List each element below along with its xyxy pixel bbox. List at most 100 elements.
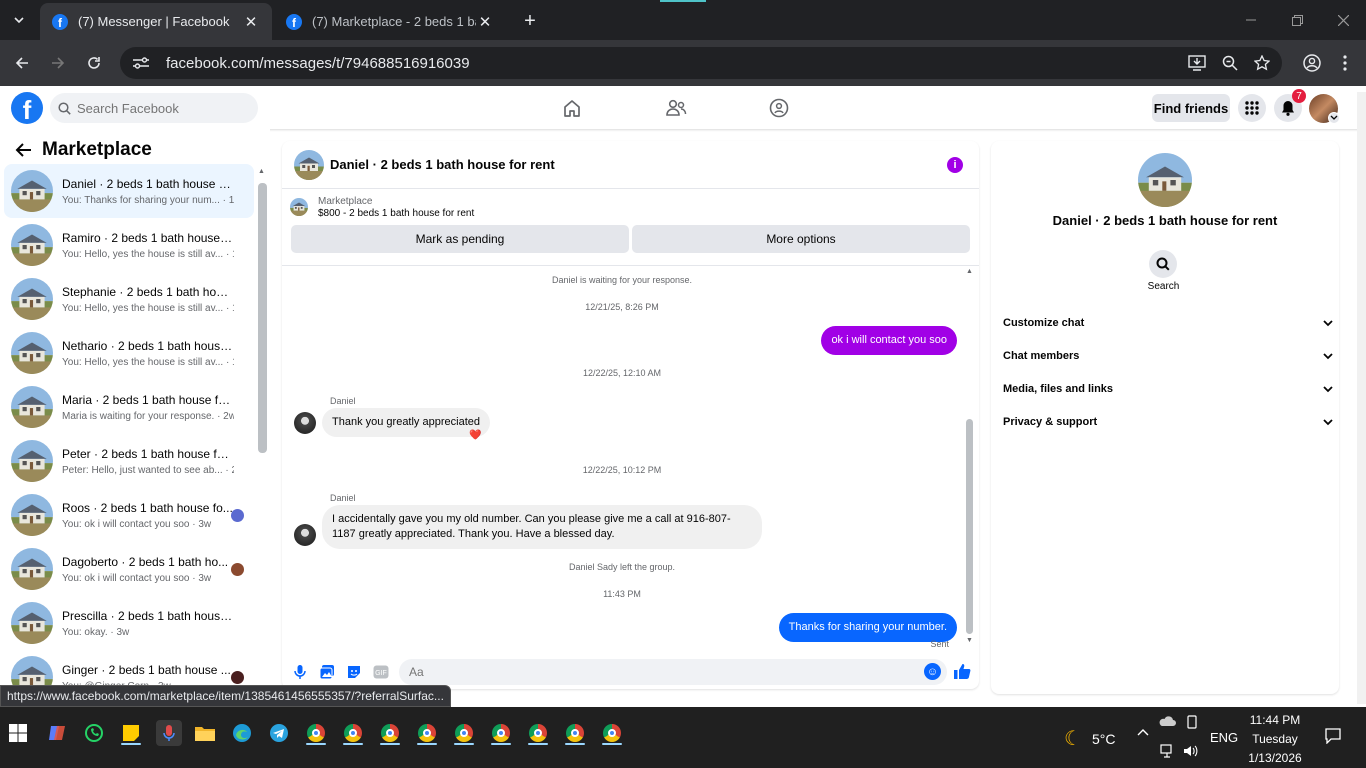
- outgoing-message[interactable]: ok i will contact you soo: [821, 326, 957, 355]
- network-icon[interactable]: [1160, 744, 1176, 758]
- edge-icon[interactable]: [230, 721, 254, 745]
- incoming-message[interactable]: Thank you greatly appreciated: [322, 408, 490, 437]
- section-media-files-links[interactable]: Media, files and links: [1003, 377, 1333, 401]
- section-chat-members[interactable]: Chat members: [1003, 344, 1333, 368]
- conversation-list-scrollbar[interactable]: [258, 183, 267, 453]
- close-window-button[interactable]: [1333, 10, 1353, 30]
- sticky-notes-icon[interactable]: [119, 721, 143, 745]
- conversation-item[interactable]: Daniel · 2 beds 1 bath house for... You: …: [4, 164, 254, 218]
- tab-marketplace[interactable]: f (7) Marketplace - 2 beds 1 bath ✕: [274, 3, 506, 40]
- facebook-logo-icon[interactable]: f: [11, 92, 43, 124]
- chrome-icon[interactable]: [415, 721, 439, 745]
- chrome-icon[interactable]: [489, 721, 513, 745]
- zoom-icon[interactable]: [1219, 52, 1241, 74]
- new-tab-button[interactable]: +: [518, 9, 542, 33]
- conversation-preview: You: Hello, yes the house is still av...…: [62, 356, 234, 368]
- system-clock[interactable]: 11:44 PM Tuesday 1/13/2026: [1240, 711, 1310, 768]
- find-friends-button[interactable]: Find friends: [1152, 94, 1230, 122]
- bookmark-star-icon[interactable]: [1251, 52, 1273, 74]
- close-tab-icon[interactable]: ✕: [242, 13, 260, 31]
- volume-icon[interactable]: [1183, 744, 1199, 758]
- weather-widget[interactable]: ☾ 5°C: [1064, 726, 1115, 751]
- browser-menu-icon[interactable]: [1334, 52, 1356, 74]
- chrome-icon[interactable]: [526, 721, 550, 745]
- sender-name: Daniel: [330, 396, 356, 406]
- outgoing-message[interactable]: Thanks for sharing your number.: [778, 613, 957, 642]
- conversation-item[interactable]: Prescilla · 2 beds 1 bath house f... You:…: [4, 596, 254, 650]
- section-customize-chat[interactable]: Customize chat: [1003, 311, 1333, 335]
- chat-title[interactable]: Daniel · 2 beds 1 bath house for rent: [330, 157, 555, 172]
- back-arrow-icon[interactable]: [14, 142, 32, 158]
- chrome-icon[interactable]: [341, 721, 365, 745]
- scroll-up-arrow-icon[interactable]: ▲: [258, 168, 267, 175]
- chrome-icon[interactable]: [563, 721, 587, 745]
- conversation-item[interactable]: Ramiro · 2 beds 1 bath house fo... You: H…: [4, 218, 254, 272]
- chrome-icon[interactable]: [452, 721, 476, 745]
- site-settings-icon[interactable]: [132, 56, 152, 70]
- back-button[interactable]: [11, 52, 33, 74]
- conversation-item[interactable]: Roos · 2 beds 1 bath house fo... You: ok …: [4, 488, 254, 542]
- sender-avatar[interactable]: [294, 412, 316, 434]
- section-privacy-support[interactable]: Privacy & support: [1003, 410, 1333, 434]
- message-input[interactable]: [409, 665, 909, 679]
- search-in-conversation-button[interactable]: [1149, 250, 1177, 278]
- conversation-item[interactable]: Maria · 2 beds 1 bath house for ... Maria…: [4, 380, 254, 434]
- minimize-button[interactable]: [1241, 10, 1261, 30]
- restore-button[interactable]: [1287, 10, 1307, 30]
- language-indicator[interactable]: ENG: [1210, 730, 1238, 745]
- windows-start-icon[interactable]: [6, 721, 30, 745]
- address-bar[interactable]: facebook.com/messages/t/794688516916039: [120, 47, 1282, 79]
- heart-reaction-icon[interactable]: ❤️: [469, 430, 481, 441]
- whatsapp-icon[interactable]: [82, 721, 106, 745]
- notification-center-icon[interactable]: [1325, 728, 1341, 744]
- friends-nav-icon[interactable]: [663, 95, 689, 121]
- tab-messenger[interactable]: f (7) Messenger | Facebook ✕: [40, 3, 272, 40]
- emoji-icon[interactable]: ☺: [924, 663, 941, 680]
- mark-as-pending-button[interactable]: Mark as pending: [291, 225, 629, 253]
- groups-nav-icon[interactable]: [766, 95, 792, 121]
- chrome-icon[interactable]: [304, 721, 328, 745]
- profile-icon[interactable]: [1301, 52, 1323, 74]
- incoming-message[interactable]: I accidentally gave you my old number. C…: [322, 505, 762, 549]
- show-hidden-icons-icon[interactable]: [1137, 728, 1149, 736]
- message-input-box[interactable]: ☺: [399, 659, 947, 685]
- sticker-icon[interactable]: [345, 663, 363, 681]
- forward-button[interactable]: [47, 52, 69, 74]
- conversation-item[interactable]: Peter · 2 beds 1 bath house for r... Pete…: [4, 434, 254, 488]
- thread-scrollbar[interactable]: [966, 419, 973, 634]
- info-icon[interactable]: i: [947, 157, 963, 173]
- facebook-search-box[interactable]: [50, 93, 258, 123]
- sender-avatar[interactable]: [294, 524, 316, 546]
- telegram-icon[interactable]: [267, 721, 291, 745]
- chrome-icon[interactable]: [600, 721, 624, 745]
- close-tab-icon[interactable]: ✕: [476, 13, 494, 31]
- conversation-item[interactable]: Nethario · 2 beds 1 bath house ... You: H…: [4, 326, 254, 380]
- scroll-down-arrow-icon[interactable]: ▼: [966, 637, 973, 644]
- page-scrollbar[interactable]: [1357, 92, 1366, 704]
- recorder-app-icon[interactable]: [156, 720, 182, 746]
- listing-avatar[interactable]: [294, 149, 324, 180]
- microphone-icon[interactable]: [291, 663, 309, 681]
- file-explorer-icon[interactable]: [193, 721, 217, 745]
- photo-icon[interactable]: [318, 663, 336, 681]
- conversation-item[interactable]: Stephanie · 2 beds 1 bath house... You: H…: [4, 272, 254, 326]
- copilot-icon[interactable]: [45, 721, 69, 745]
- more-options-button[interactable]: More options: [632, 225, 970, 253]
- device-icon[interactable]: [1185, 715, 1199, 729]
- gif-icon[interactable]: GIF: [372, 663, 390, 681]
- install-app-icon[interactable]: [1186, 52, 1208, 74]
- tab-search-button[interactable]: [6, 7, 32, 33]
- running-indicator: [380, 743, 400, 745]
- reload-button[interactable]: [83, 52, 105, 74]
- onedrive-icon[interactable]: [1158, 715, 1176, 727]
- listing-summary[interactable]: Marketplace $800 - 2 beds 1 bath house f…: [282, 189, 979, 225]
- menu-grid-button[interactable]: [1238, 94, 1266, 122]
- chrome-icon[interactable]: [378, 721, 402, 745]
- account-chevron-icon[interactable]: [1328, 112, 1340, 124]
- contact-avatar[interactable]: [1138, 153, 1192, 207]
- scroll-up-arrow-icon[interactable]: ▲: [966, 268, 973, 275]
- facebook-search-input[interactable]: [77, 100, 247, 116]
- home-nav-icon[interactable]: [559, 95, 585, 121]
- like-button[interactable]: [953, 662, 973, 682]
- conversation-item[interactable]: Dagoberto · 2 beds 1 bath ho... You: ok i…: [4, 542, 254, 596]
